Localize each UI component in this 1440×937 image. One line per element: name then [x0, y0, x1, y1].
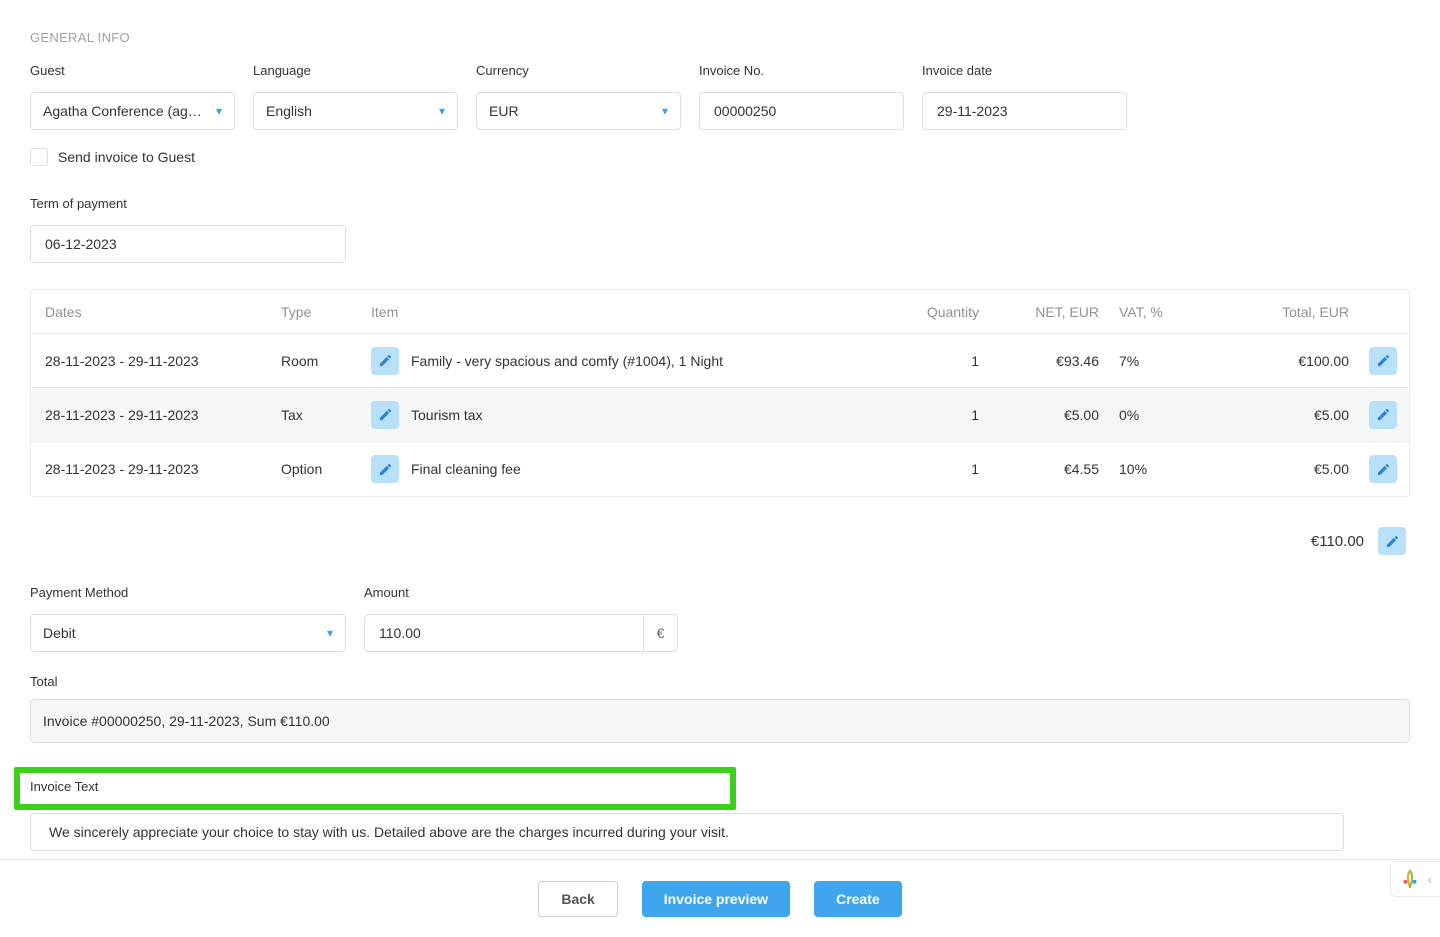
total-summary: Invoice #00000250, 29-11-2023, Sum €110.…: [30, 699, 1410, 743]
edit-row-button[interactable]: [1369, 347, 1397, 375]
footer-actions: Back Invoice preview Create: [0, 859, 1440, 937]
back-button[interactable]: Back: [538, 881, 617, 917]
table-header: Dates Type Item Quantity NET, EUR VAT, %…: [31, 290, 1409, 334]
grand-total: €110.00: [1311, 533, 1364, 550]
chevron-down-icon: ▾: [662, 104, 668, 118]
help-widget[interactable]: ‹: [1390, 861, 1440, 897]
edit-total-button[interactable]: [1378, 527, 1406, 555]
table-row: 28-11-2023 - 29-11-2023 Room Family - ve…: [31, 334, 1409, 388]
label-invoice-no: Invoice No.: [699, 63, 904, 78]
send-invoice-checkbox[interactable]: [30, 148, 48, 166]
create-button[interactable]: Create: [814, 881, 902, 917]
table-row: 28-11-2023 - 29-11-2023 Option Final cle…: [31, 442, 1409, 496]
label-currency: Currency: [476, 63, 681, 78]
label-invoice-date: Invoice date: [922, 63, 1127, 78]
label-invoice-text: Invoice Text: [30, 779, 720, 794]
guest-select[interactable]: Agatha Conference (agaco… ▾: [30, 92, 235, 130]
edit-item-button[interactable]: [371, 347, 399, 375]
invoice-date-input[interactable]: [922, 92, 1127, 130]
edit-item-button[interactable]: [371, 401, 399, 429]
chevron-down-icon: ▾: [439, 104, 445, 118]
section-heading: GENERAL INFO: [30, 30, 1410, 45]
label-term-of-payment: Term of payment: [30, 196, 346, 211]
language-select[interactable]: English ▾: [253, 92, 458, 130]
table-row: 28-11-2023 - 29-11-2023 Tax Tourism tax …: [31, 388, 1409, 442]
chevron-down-icon: ▾: [327, 626, 333, 640]
line-items-table: Dates Type Item Quantity NET, EUR VAT, %…: [30, 289, 1410, 497]
label-amount: Amount: [364, 585, 678, 600]
label-guest: Guest: [30, 63, 235, 78]
chevron-left-icon: ‹: [1427, 871, 1432, 887]
edit-row-button[interactable]: [1369, 455, 1397, 483]
edit-item-button[interactable]: [371, 455, 399, 483]
payment-method-select[interactable]: Debit ▾: [30, 614, 346, 652]
amount-input[interactable]: [364, 614, 644, 652]
label-payment-method: Payment Method: [30, 585, 346, 600]
invoice-text-input[interactable]: [30, 813, 1344, 851]
invoice-preview-button[interactable]: Invoice preview: [642, 881, 790, 917]
invoice-no-input[interactable]: [699, 92, 904, 130]
edit-row-button[interactable]: [1369, 401, 1397, 429]
chevron-down-icon: ▾: [216, 104, 222, 118]
currency-select[interactable]: EUR ▾: [476, 92, 681, 130]
label-language: Language: [253, 63, 458, 78]
currency-suffix: €: [644, 614, 678, 652]
label-total: Total: [30, 674, 1410, 689]
label-send-invoice: Send invoice to Guest: [58, 149, 195, 165]
term-of-payment-input[interactable]: [30, 225, 346, 263]
